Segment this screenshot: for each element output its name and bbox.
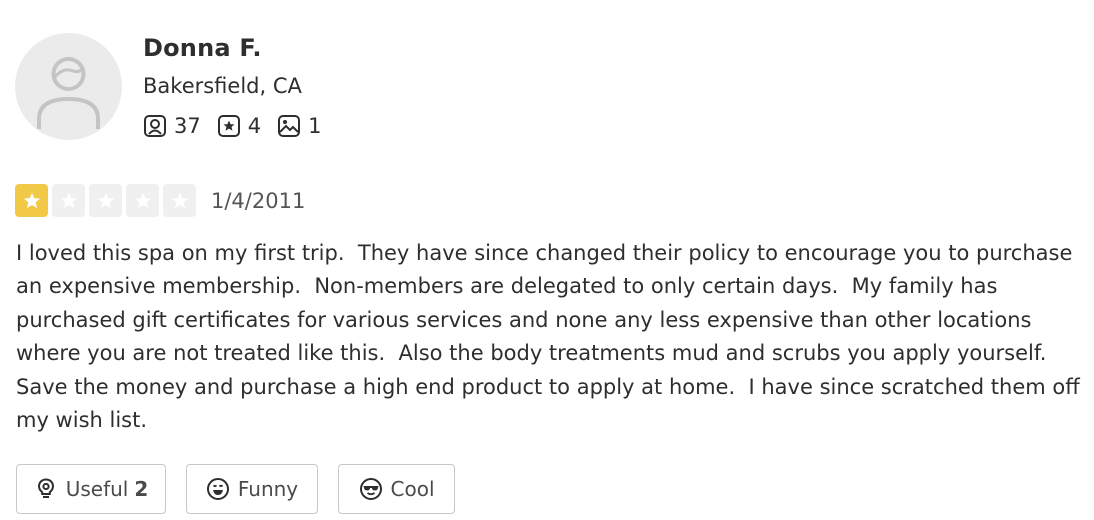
user-location: Bakersfield, CA	[143, 74, 302, 98]
useful-button[interactable]: Useful 2	[16, 464, 166, 514]
photos-count: 1	[308, 114, 322, 138]
user-stats: 37 4 1	[143, 112, 337, 140]
friends-stat: 37	[143, 114, 201, 138]
funny-button[interactable]: Funny	[186, 464, 318, 514]
lightbulb-icon	[37, 478, 54, 498]
star-rating	[15, 184, 200, 217]
star-empty	[52, 184, 85, 217]
review-text: I loved this spa on my first trip. They …	[16, 241, 1087, 433]
reviews-stat: 4	[217, 114, 261, 138]
star-icon	[60, 192, 77, 208]
rating-row: 1/4/2011	[15, 184, 305, 217]
useful-count: 2	[134, 477, 149, 501]
laughing-face-icon	[206, 478, 229, 500]
star-empty	[126, 184, 159, 217]
photos-stat: 1	[277, 114, 321, 138]
friends-icon	[144, 115, 166, 137]
user-name[interactable]: Donna F.	[143, 34, 262, 62]
star-empty	[163, 184, 196, 217]
star-icon	[23, 192, 40, 208]
avatar[interactable]	[15, 33, 122, 140]
star-icon	[97, 192, 114, 208]
friends-count: 37	[174, 114, 201, 138]
review-star-icon	[217, 115, 240, 137]
review-date: 1/4/2011	[211, 188, 306, 213]
star-icon	[134, 192, 151, 208]
cool-label: Cool	[390, 477, 435, 501]
photo-icon	[278, 115, 301, 137]
star-icon	[171, 192, 188, 208]
star-filled	[15, 184, 48, 217]
sunglasses-face-icon	[359, 478, 382, 500]
reviews-count: 4	[247, 114, 262, 138]
star-empty	[89, 184, 122, 217]
funny-label: Funny	[237, 477, 299, 501]
default-user-icon	[37, 57, 100, 129]
review-actions: Useful 2 Funny Cool	[16, 464, 475, 514]
cool-button[interactable]: Cool	[338, 464, 455, 514]
useful-label: Useful	[65, 477, 129, 501]
